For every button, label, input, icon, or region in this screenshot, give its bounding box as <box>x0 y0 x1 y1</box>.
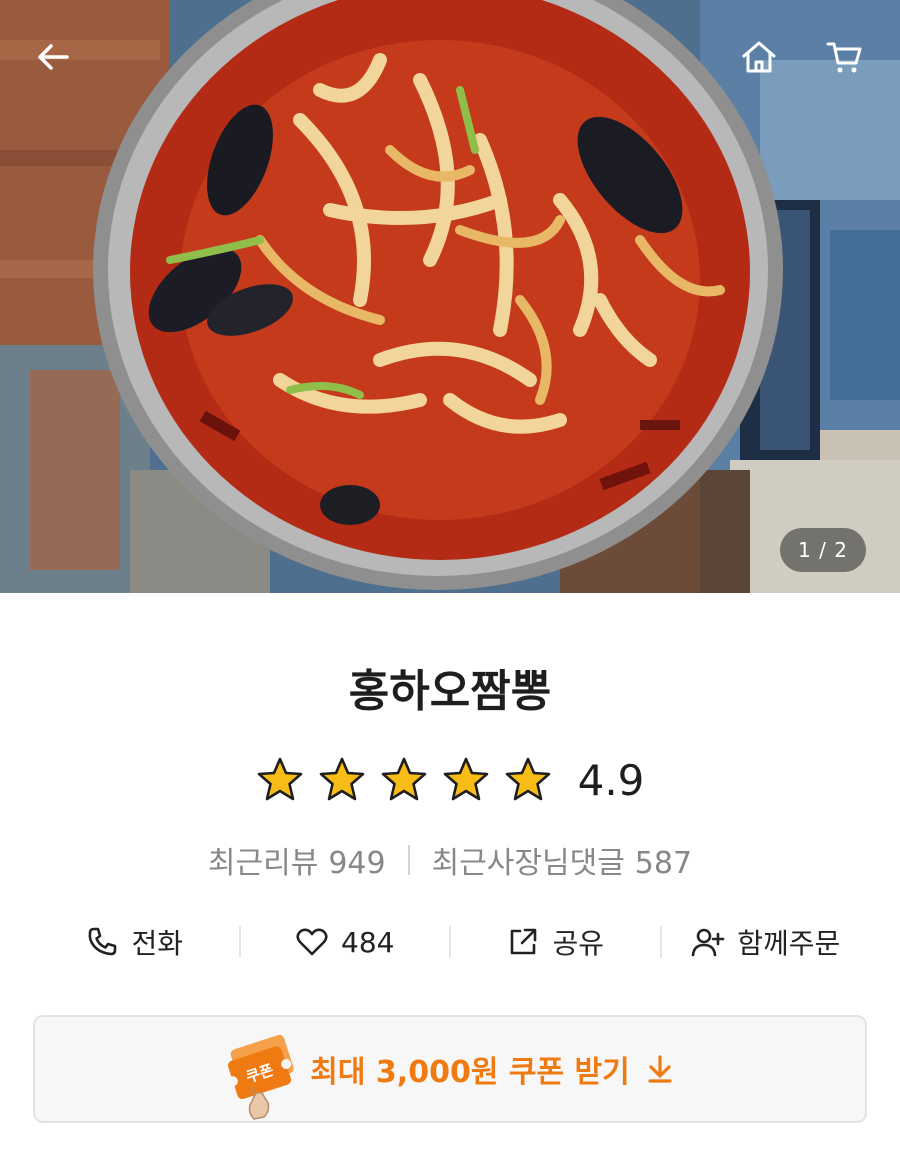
add-person-icon <box>691 928 725 957</box>
heart-icon <box>296 928 328 956</box>
home-icon <box>742 41 776 73</box>
group-order-label: 함께주문 <box>737 927 841 960</box>
coupon-icon: 쿠폰 <box>228 1034 294 1120</box>
home-button[interactable] <box>736 34 782 80</box>
star-rating <box>256 756 552 804</box>
call-button[interactable]: 전화 <box>30 912 239 972</box>
jjamppong-photo <box>0 0 900 593</box>
image-page-indicator: 1 / 2 <box>780 528 866 572</box>
cart-icon <box>826 42 862 73</box>
hero-image[interactable]: 1 / 2 <box>0 0 900 593</box>
review-stats: 최근리뷰 949 최근사장님댓글 587 <box>0 838 900 882</box>
back-button[interactable] <box>30 34 76 80</box>
coupon-download-button[interactable]: 쿠폰 최대 3,000원 쿠폰 받기 <box>33 1015 867 1123</box>
owner-replies[interactable]: 최근사장님댓글 587 <box>432 838 692 882</box>
share-label: 공유 <box>552 927 605 960</box>
star-icon <box>319 757 364 801</box>
group-order-button[interactable]: 함께주문 <box>662 912 871 972</box>
like-count: 484 <box>341 925 395 959</box>
back-arrow-icon <box>38 44 69 70</box>
divider <box>407 845 410 875</box>
share-icon <box>511 928 537 955</box>
phone-icon <box>89 927 117 956</box>
download-arrow-icon <box>648 1055 672 1083</box>
star-icon <box>505 757 550 801</box>
star-icon <box>381 757 426 801</box>
recent-reviews-count: 949 <box>328 846 386 881</box>
coupon-label: 최대 3,000원 쿠폰 받기 <box>310 1055 630 1090</box>
recent-reviews[interactable]: 최근리뷰 949 <box>208 838 386 882</box>
store-name: 홍하오짬뽕 <box>348 666 552 717</box>
owner-replies-label: 최근사장님댓글 <box>431 846 625 881</box>
action-bar: 전화 484 공유 함께주문 <box>30 912 870 972</box>
cart-button[interactable] <box>822 34 868 80</box>
call-label: 전화 <box>131 927 184 960</box>
star-icon <box>443 757 488 801</box>
star-icon <box>257 757 302 801</box>
rating-value: 4.9 <box>577 755 645 805</box>
share-button[interactable]: 공유 <box>451 912 660 972</box>
recent-reviews-label: 최근리뷰 <box>207 846 319 881</box>
like-button[interactable]: 484 <box>241 912 450 972</box>
owner-replies-count: 587 <box>634 846 693 881</box>
rating-row: 4.9 <box>0 750 900 810</box>
